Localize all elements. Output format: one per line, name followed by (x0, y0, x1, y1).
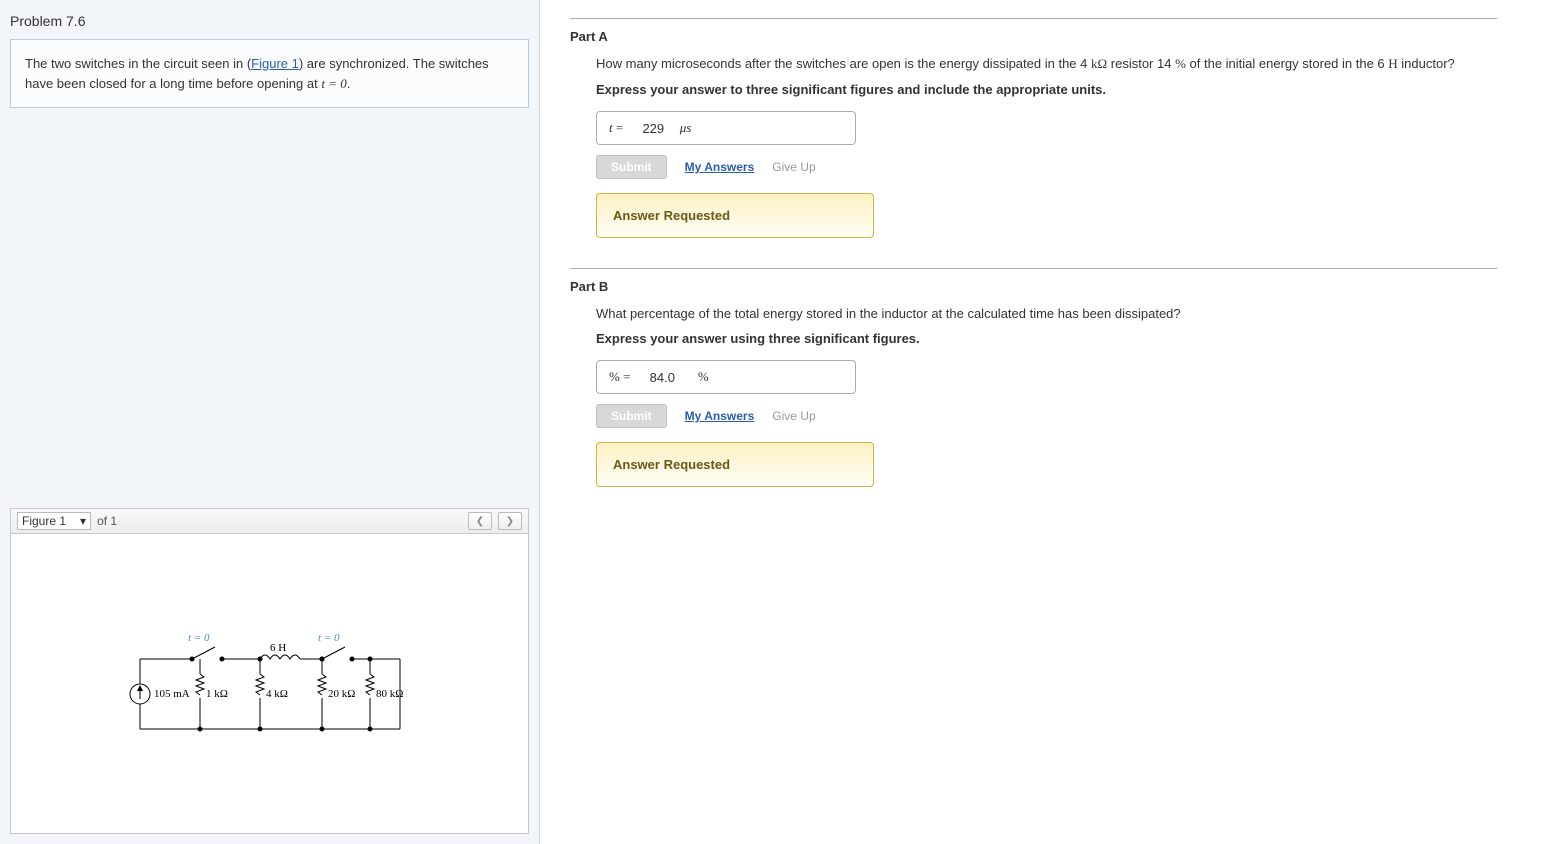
part-b-status: Answer Requested (596, 442, 874, 487)
part-a-answer-box[interactable]: t = 229 μs (596, 111, 856, 145)
problem-title: Problem 7.6 (10, 10, 529, 39)
figure-canvas: t = 0 t = 0 6 H 105 mA 1 kΩ 4 kΩ 20 kΩ 8… (10, 534, 529, 834)
r2-label: 4 kΩ (266, 688, 288, 700)
part-a-buttons: Submit My Answers Give Up (596, 155, 1497, 179)
figure-header: Figure 1 ▾ of 1 ❮ ❯ (10, 508, 529, 534)
left-panel: Problem 7.6 The two switches in the circ… (0, 0, 540, 844)
part-b-my-answers-link[interactable]: My Answers (685, 409, 755, 423)
part-a-title: Part A (570, 29, 1497, 44)
figure-area: Figure 1 ▾ of 1 ❮ ❯ (10, 508, 529, 834)
desc-math: t = 0 (321, 76, 346, 91)
part-b-answer-box[interactable]: % = 84.0 % (596, 360, 856, 394)
problem-description: The two switches in the circuit seen in … (10, 39, 529, 108)
part-b-question: What percentage of the total energy stor… (596, 306, 1497, 321)
figure-selector-label: Figure 1 (22, 514, 66, 528)
r4-label: 80 kΩ (376, 688, 403, 700)
figure-of-text: of 1 (97, 514, 117, 528)
part-a-submit-button[interactable]: Submit (596, 155, 667, 179)
part-b-section: Part B What percentage of the total ener… (570, 268, 1497, 487)
desc-text-pre: The two switches in the circuit seen in … (25, 56, 251, 71)
part-b-submit-button[interactable]: Submit (596, 404, 667, 428)
r3-label: 20 kΩ (328, 688, 355, 700)
desc-end: . (347, 76, 351, 91)
part-b-buttons: Submit My Answers Give Up (596, 404, 1497, 428)
figure-selector[interactable]: Figure 1 ▾ (17, 512, 91, 530)
switch2-label: t = 0 (318, 632, 340, 644)
part-b-title: Part B (570, 279, 1497, 294)
figure-next-button[interactable]: ❯ (498, 512, 522, 530)
inductor-label: 6 H (270, 642, 286, 654)
part-a-instruction: Express your answer to three significant… (596, 82, 1497, 97)
switch1-label: t = 0 (188, 632, 210, 644)
chevron-down-icon: ▾ (80, 514, 86, 528)
part-a-section: Part A How many microseconds after the s… (570, 18, 1497, 238)
figure-nav: ❮ ❯ (468, 512, 522, 530)
source-label: 105 mA (154, 688, 190, 700)
right-panel: Part A How many microseconds after the s… (540, 0, 1557, 844)
part-b-instruction: Express your answer using three signific… (596, 331, 1497, 346)
part-a-give-up-link[interactable]: Give Up (772, 160, 815, 174)
figure-prev-button[interactable]: ❮ (468, 512, 492, 530)
r1-label: 1 kΩ (206, 688, 228, 700)
circuit-diagram: t = 0 t = 0 6 H 105 mA 1 kΩ 4 kΩ 20 kΩ 8… (110, 619, 430, 749)
part-a-question: How many microseconds after the switches… (596, 56, 1497, 72)
part-b-give-up-link[interactable]: Give Up (772, 409, 815, 423)
figure-link[interactable]: Figure 1 (251, 56, 299, 71)
part-a-my-answers-link[interactable]: My Answers (685, 160, 755, 174)
part-a-status: Answer Requested (596, 193, 874, 238)
